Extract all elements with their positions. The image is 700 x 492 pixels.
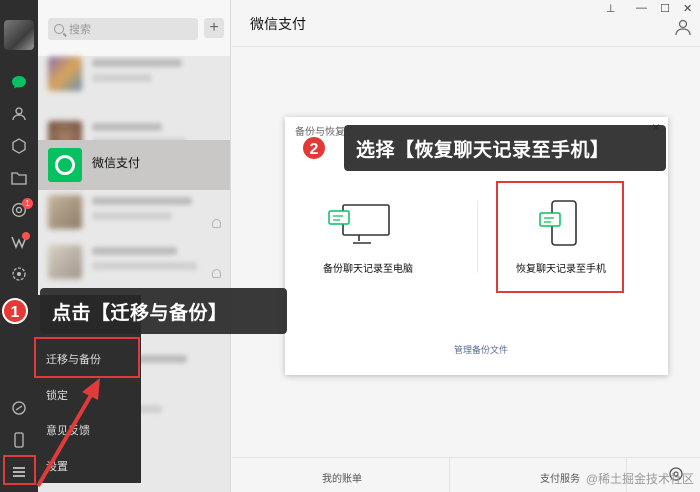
migrate-highlight xyxy=(34,337,140,378)
contacts-icon[interactable] xyxy=(9,104,29,124)
menu-item-lock[interactable]: 锁定 xyxy=(46,387,68,403)
step1-badge: 1 xyxy=(2,298,28,324)
step2-badge: 2 xyxy=(301,135,327,161)
miniprogram-icon[interactable] xyxy=(9,264,29,284)
phone-icon[interactable] xyxy=(9,430,29,450)
list-item[interactable] xyxy=(38,230,230,294)
footer-separator xyxy=(449,457,450,492)
search-icon xyxy=(54,24,64,34)
header-divider xyxy=(232,46,700,47)
menu-item-settings[interactable]: 设置 xyxy=(46,458,68,474)
person-icon[interactable] xyxy=(674,18,692,36)
close-icon[interactable]: ✕ xyxy=(683,2,692,15)
option-divider xyxy=(477,201,478,273)
mute-icon xyxy=(212,219,221,228)
manage-backup-link[interactable]: 管理备份文件 xyxy=(454,343,508,356)
chat-icon[interactable] xyxy=(9,72,29,92)
pin-icon[interactable]: ⊥ xyxy=(606,2,616,15)
wechat-pay-logo xyxy=(48,148,82,182)
chat-name: 微信支付 xyxy=(92,156,141,170)
minimize-icon[interactable]: — xyxy=(636,2,647,14)
step2-callout: 选择【恢复聊天记录至手机】 xyxy=(344,125,666,171)
link-icon[interactable] xyxy=(9,398,29,418)
menu-button-highlight xyxy=(3,455,36,485)
watermark: @稀土掘金技术社区 xyxy=(585,472,694,486)
add-button[interactable]: + xyxy=(204,18,224,38)
list-item[interactable] xyxy=(38,42,230,106)
page-title: 微信支付 xyxy=(250,16,306,32)
avatar xyxy=(48,245,82,279)
monitor-icon[interactable] xyxy=(327,203,393,247)
pay-service-link[interactable]: 支付服务 xyxy=(540,470,580,485)
step1-callout: 点击【迁移与备份】 xyxy=(40,288,287,334)
search-input[interactable]: 搜索 xyxy=(48,18,198,40)
restore-option-highlight xyxy=(496,181,624,293)
collection-icon[interactable] xyxy=(9,136,29,156)
search-placeholder: 搜索 xyxy=(69,24,91,36)
avatar[interactable] xyxy=(4,20,34,50)
moments-badge: 1 xyxy=(22,198,33,209)
mute-icon xyxy=(212,269,221,278)
backup-to-pc-label[interactable]: 备份聊天记录至电脑 xyxy=(323,260,413,275)
channels-dot xyxy=(22,232,30,240)
menu-item-feedback[interactable]: 意见反馈 xyxy=(46,422,90,438)
folder-icon[interactable] xyxy=(9,168,29,188)
my-bill-link[interactable]: 我的账单 xyxy=(322,470,362,485)
avatar xyxy=(48,195,82,229)
avatar xyxy=(48,57,82,91)
maximize-icon[interactable]: ☐ xyxy=(660,2,670,15)
left-rail: 1 xyxy=(0,0,38,492)
